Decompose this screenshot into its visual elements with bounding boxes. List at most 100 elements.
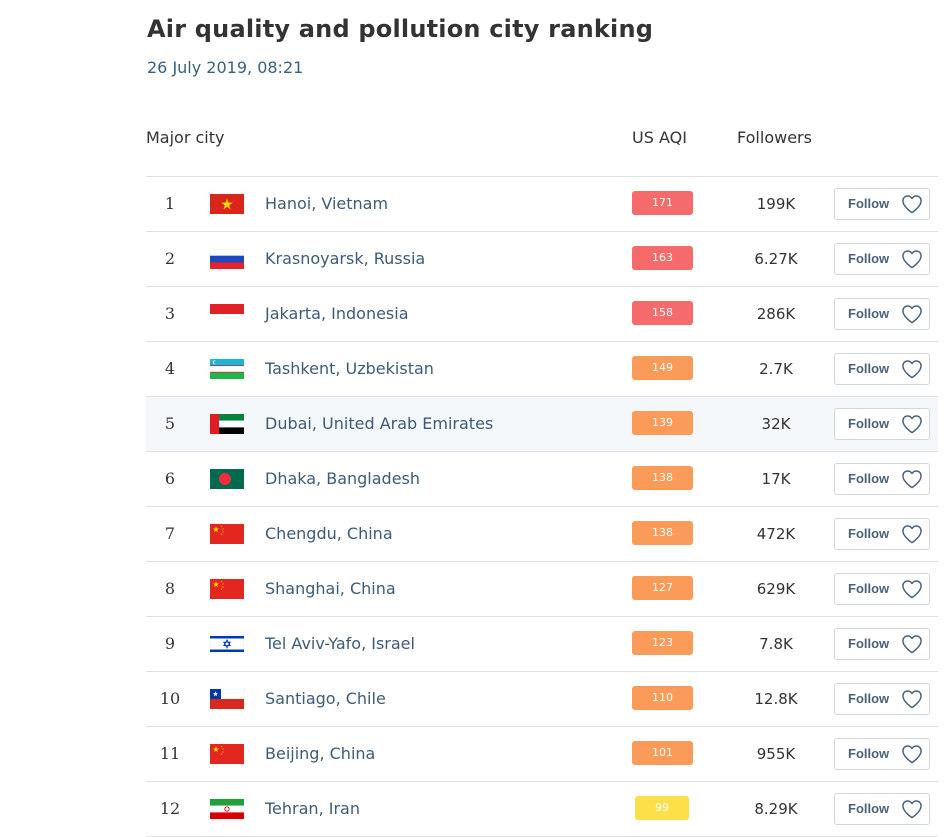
uae-flag-icon bbox=[210, 414, 244, 434]
follow-button[interactable]: Follow bbox=[834, 353, 930, 385]
table-row[interactable]: 7 Chengdu, China 138 472K Follow bbox=[146, 507, 938, 562]
china-flag-icon bbox=[210, 524, 244, 544]
followers-count: 629K bbox=[756, 580, 796, 598]
table-row[interactable]: 12 Tehran, Iran 99 8.29K Follow bbox=[146, 782, 938, 837]
rank-number: 10 bbox=[159, 689, 181, 708]
rank-number: 1 bbox=[164, 194, 176, 213]
aqi-badge: 138 bbox=[632, 466, 693, 490]
aqi-badge: 163 bbox=[632, 246, 693, 270]
table-row[interactable]: 4 Tashkent, Uzbekistan 149 2.7K Follow bbox=[146, 342, 938, 397]
bangladesh-flag-icon bbox=[210, 469, 244, 489]
china-flag-icon bbox=[210, 744, 244, 764]
rank-number: 8 bbox=[164, 579, 176, 598]
chile-flag-icon bbox=[210, 689, 244, 709]
follow-button[interactable]: Follow bbox=[834, 298, 930, 330]
aqi-badge: 99 bbox=[635, 796, 689, 820]
column-header-followers: Followers bbox=[737, 128, 812, 147]
vietnam-flag-icon bbox=[210, 194, 244, 214]
table-row[interactable]: 2 Krasnoyarsk, Russia 163 6.27K Follow bbox=[146, 232, 938, 287]
aqi-badge: 127 bbox=[632, 576, 693, 600]
follow-button[interactable]: Follow bbox=[834, 793, 930, 825]
follow-button[interactable]: Follow bbox=[834, 628, 930, 660]
rank-number: 9 bbox=[164, 634, 176, 653]
followers-count: 7.8K bbox=[759, 635, 793, 653]
city-link[interactable]: Santiago, Chile bbox=[265, 672, 386, 726]
table-row[interactable]: 10 Santiago, Chile 110 12.8K Follow bbox=[146, 672, 938, 727]
china-flag-icon bbox=[210, 579, 244, 599]
follow-button[interactable]: Follow bbox=[834, 683, 930, 715]
follow-button-label: Follow bbox=[848, 471, 890, 486]
followers-count: 6.27K bbox=[754, 250, 798, 268]
rank-number: 2 bbox=[164, 249, 176, 268]
followers-count: 199K bbox=[756, 195, 796, 213]
rank-number: 11 bbox=[159, 744, 181, 763]
followers-count: 472K bbox=[756, 525, 796, 543]
city-link[interactable]: Shanghai, China bbox=[265, 562, 396, 616]
table-row[interactable]: 11 Beijing, China 101 955K Follow bbox=[146, 727, 938, 782]
rank-number: 7 bbox=[164, 524, 176, 543]
followers-count: 286K bbox=[756, 305, 796, 323]
aqi-badge: 110 bbox=[632, 686, 693, 710]
table-row[interactable]: 8 Shanghai, China 127 629K Follow bbox=[146, 562, 938, 617]
city-link[interactable]: Dubai, United Arab Emirates bbox=[265, 397, 493, 451]
city-link[interactable]: Chengdu, China bbox=[265, 507, 393, 561]
city-link[interactable]: Jakarta, Indonesia bbox=[265, 287, 409, 341]
follow-button[interactable]: Follow bbox=[834, 573, 930, 605]
city-link[interactable]: Dhaka, Bangladesh bbox=[265, 452, 420, 506]
page-date: 26 July 2019, 08:21 bbox=[147, 58, 304, 77]
city-link[interactable]: Beijing, China bbox=[265, 727, 375, 781]
russia-flag-icon bbox=[210, 249, 244, 269]
follow-button-label: Follow bbox=[848, 581, 890, 596]
uzbekistan-flag-icon bbox=[210, 359, 244, 379]
column-header-city: Major city bbox=[146, 128, 225, 147]
follow-button-label: Follow bbox=[848, 251, 890, 266]
follow-button[interactable]: Follow bbox=[834, 738, 930, 770]
city-link[interactable]: Hanoi, Vietnam bbox=[265, 177, 388, 231]
followers-count: 12.8K bbox=[754, 690, 798, 708]
follow-button-label: Follow bbox=[848, 416, 890, 431]
follow-button[interactable]: Follow bbox=[834, 463, 930, 495]
city-link[interactable]: Tel Aviv-Yafo, Israel bbox=[265, 617, 415, 671]
aqi-badge: 149 bbox=[632, 356, 693, 380]
aqi-badge: 139 bbox=[632, 411, 693, 435]
rank-number: 3 bbox=[164, 304, 176, 323]
column-header-aqi: US AQI bbox=[632, 128, 687, 147]
aqi-badge: 158 bbox=[632, 301, 693, 325]
follow-button-label: Follow bbox=[848, 196, 890, 211]
city-link[interactable]: Krasnoyarsk, Russia bbox=[265, 232, 425, 286]
follow-button[interactable]: Follow bbox=[834, 518, 930, 550]
followers-count: 955K bbox=[756, 745, 796, 763]
follow-button-label: Follow bbox=[848, 801, 890, 816]
city-link[interactable]: Tashkent, Uzbekistan bbox=[265, 342, 434, 396]
table-row[interactable]: 1 Hanoi, Vietnam 171 199K Follow bbox=[146, 177, 938, 232]
israel-flag-icon bbox=[210, 634, 244, 654]
rank-number: 5 bbox=[164, 414, 176, 433]
followers-count: 32K bbox=[761, 415, 791, 433]
ranking-table: 1 Hanoi, Vietnam 171 199K Follow 2 Krasnoyarsk… bbox=[146, 176, 938, 837]
follow-button-label: Follow bbox=[848, 746, 890, 761]
aqi-badge: 138 bbox=[632, 521, 693, 545]
table-row[interactable]: 5 Dubai, United Arab Emirates 139 32K Follow bbox=[146, 397, 938, 452]
aqi-badge: 123 bbox=[632, 631, 693, 655]
city-link[interactable]: Tehran, Iran bbox=[265, 782, 360, 836]
indonesia-flag-icon bbox=[210, 304, 244, 324]
follow-button[interactable]: Follow bbox=[834, 188, 930, 220]
iran-flag-icon bbox=[210, 799, 244, 819]
rank-number: 12 bbox=[159, 799, 181, 818]
table-row[interactable]: 3 Jakarta, Indonesia 158 286K Follow bbox=[146, 287, 938, 342]
aqi-badge: 101 bbox=[632, 741, 693, 765]
page-title: Air quality and pollution city ranking bbox=[147, 15, 654, 43]
followers-count: 17K bbox=[761, 470, 791, 488]
follow-button[interactable]: Follow bbox=[834, 408, 930, 440]
follow-button[interactable]: Follow bbox=[834, 243, 930, 275]
table-row[interactable]: 9 Tel Aviv-Yafo, Israel 123 7.8K Follow bbox=[146, 617, 938, 672]
followers-count: 8.29K bbox=[754, 800, 798, 818]
followers-count: 2.7K bbox=[759, 360, 793, 378]
follow-button-label: Follow bbox=[848, 306, 890, 321]
follow-button-label: Follow bbox=[848, 361, 890, 376]
rank-number: 6 bbox=[164, 469, 176, 488]
follow-button-label: Follow bbox=[848, 526, 890, 541]
aqi-badge: 171 bbox=[632, 191, 693, 215]
table-row[interactable]: 6 Dhaka, Bangladesh 138 17K Follow bbox=[146, 452, 938, 507]
rank-number: 4 bbox=[164, 359, 176, 378]
